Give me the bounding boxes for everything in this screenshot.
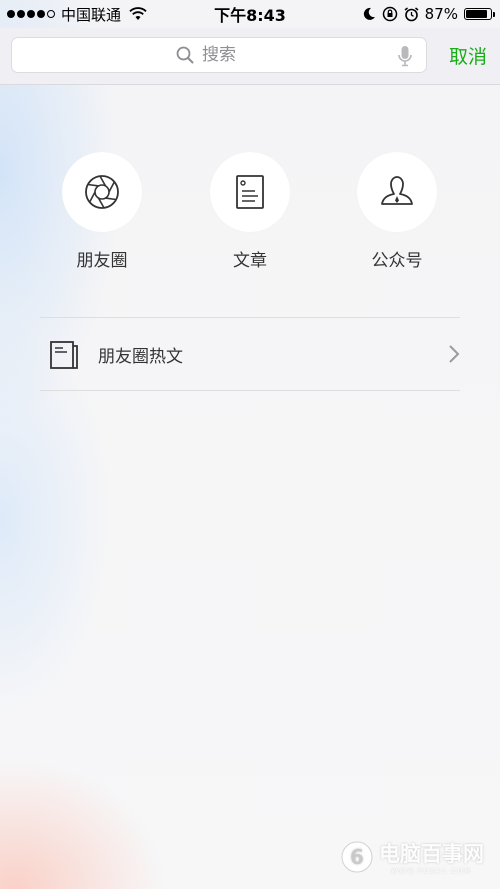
wifi-icon (129, 7, 147, 20)
carrier-name: 中国联通 (61, 5, 122, 24)
category-moments-label: 朋友圈 (76, 251, 128, 271)
category-official-accounts[interactable]: 公众号 (347, 152, 447, 271)
chevron-right-icon (449, 345, 460, 363)
category-moments-circle (62, 152, 142, 232)
watermark-text: 电脑百事网 (379, 842, 484, 866)
watermark-subtext: WWW.PC841.COM (391, 868, 472, 875)
search-bar (0, 28, 500, 85)
battery-percent: 87% (424, 5, 458, 23)
divider-bottom (40, 390, 460, 391)
category-articles-circle (210, 152, 290, 232)
rotation-lock-icon (382, 6, 397, 22)
search-category-grid: 朋友圈 文章 公众号 (0, 152, 500, 272)
watermark-logo-icon: 6 (341, 841, 373, 872)
search-input[interactable] (202, 45, 262, 65)
cancel-button[interactable]: 取消 (449, 42, 487, 69)
category-articles[interactable]: 文章 (200, 152, 300, 271)
category-moments[interactable]: 朋友圈 (52, 152, 152, 271)
background (0, 0, 500, 889)
newspaper-icon (50, 341, 78, 369)
category-articles-label: 文章 (233, 251, 267, 271)
microphone-icon[interactable] (398, 45, 412, 67)
article-document-icon (236, 175, 264, 209)
category-official-accounts-label: 公众号 (371, 251, 423, 271)
cell-signal-icon (7, 10, 55, 18)
search-icon (176, 46, 194, 64)
svg-text:6: 6 (350, 845, 364, 869)
watermark: 6 电脑百事网 WWW.PC841.COM (339, 838, 484, 875)
battery-icon (464, 8, 495, 20)
official-account-person-icon (381, 176, 413, 205)
alarm-clock-icon (404, 6, 419, 21)
status-bar: 中国联通 下午8:43 87% (0, 0, 500, 28)
moments-aperture-icon (85, 175, 119, 209)
moments-hot-articles-row[interactable]: 朋友圈热文 (40, 318, 460, 390)
hot-articles-label: 朋友圈热文 (98, 347, 183, 367)
do-not-disturb-moon-icon (363, 7, 375, 20)
search-box[interactable] (11, 37, 427, 73)
category-official-accounts-circle (357, 152, 437, 232)
